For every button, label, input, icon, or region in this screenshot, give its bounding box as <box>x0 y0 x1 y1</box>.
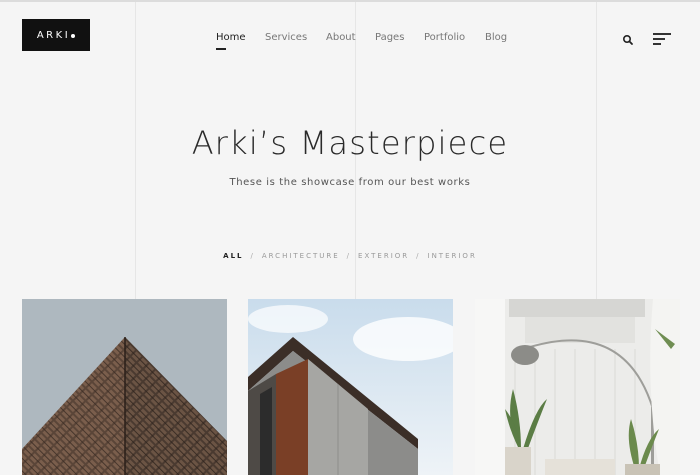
nav-pages[interactable]: Pages <box>375 32 404 43</box>
building-image-2 <box>248 299 453 475</box>
top-border <box>0 0 700 2</box>
interior-image-3 <box>475 299 680 475</box>
portfolio-card-3[interactable] <box>475 299 680 475</box>
filter-all[interactable]: ALL <box>223 252 243 260</box>
filter-separator: / <box>250 252 255 260</box>
nav-home[interactable]: Home <box>216 32 246 43</box>
portfolio-card-2[interactable] <box>248 299 453 475</box>
nav-blog[interactable]: Blog <box>485 32 507 43</box>
filter-separator: / <box>346 252 352 260</box>
portfolio-filters: ALL / ARCHITECTURE / EXTERIOR / INTERIOR <box>0 252 700 260</box>
nav-services[interactable]: Services <box>265 32 307 43</box>
nav-active-underline <box>216 48 226 50</box>
portfolio-card-1[interactable] <box>22 299 227 475</box>
building-image-1 <box>22 299 227 475</box>
menu-icon[interactable] <box>653 32 671 46</box>
nav-portfolio[interactable]: Portfolio <box>424 32 465 43</box>
main-nav: Home Services About Pages Portfolio Blog <box>0 32 700 46</box>
search-icon[interactable] <box>622 34 634 46</box>
nav-about[interactable]: About <box>326 32 356 43</box>
filter-separator: / <box>416 252 421 260</box>
page-subtitle: These is the showcase from our best work… <box>229 177 471 188</box>
filter-interior[interactable]: INTERIOR <box>428 252 477 260</box>
page-title: Arki’s Masterpiece <box>191 124 509 162</box>
filter-architecture[interactable]: ARCHITECTURE <box>262 252 340 260</box>
filter-exterior[interactable]: EXTERIOR <box>358 252 409 260</box>
